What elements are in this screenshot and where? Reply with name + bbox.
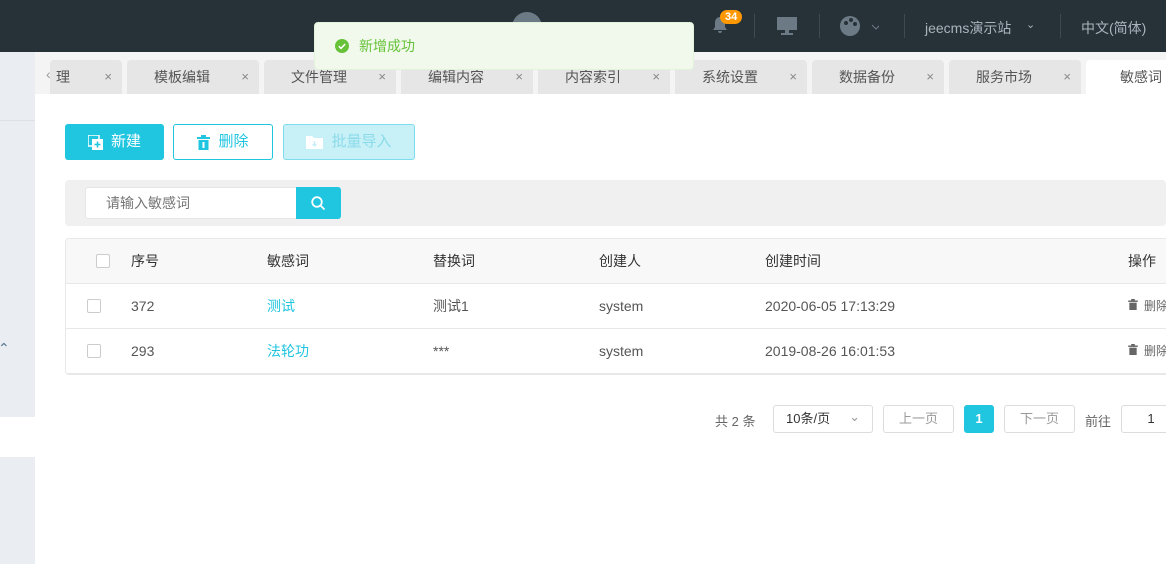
- delete-label: 删除: [218, 133, 249, 150]
- chevron-down-icon: ⌄: [1026, 19, 1036, 31]
- total-count: 共 2 条: [715, 414, 756, 429]
- divider: [819, 14, 820, 38]
- import-label: 批量导入: [331, 133, 392, 150]
- column-header: 创建时间: [765, 253, 821, 269]
- new-label: 新建: [110, 133, 141, 150]
- close-icon[interactable]: ×: [926, 60, 934, 94]
- success-toast: 新增成功: [314, 22, 694, 70]
- tab-label: 服务市场: [976, 69, 1032, 85]
- theme-palette-icon[interactable]: [839, 15, 881, 40]
- sidebar-item-active[interactable]: [0, 417, 35, 457]
- delete-label: 删除: [1144, 299, 1166, 313]
- divider: [0, 120, 35, 121]
- search-button[interactable]: [296, 187, 341, 219]
- divider: [754, 14, 755, 38]
- word-link[interactable]: 法轮功: [267, 329, 309, 373]
- add-copy-icon: [87, 134, 103, 150]
- creator: system: [599, 343, 644, 359]
- row-checkbox[interactable]: [87, 344, 101, 358]
- tab-label: 模板编辑: [154, 69, 210, 85]
- row-delete-button[interactable]: 删除: [1128, 284, 1166, 328]
- table-header: 序号 敏感词 替换词 创建人 创建时间 操作: [66, 239, 1166, 284]
- site-selector[interactable]: jeecms演示站: [925, 18, 1011, 38]
- close-icon[interactable]: ×: [789, 60, 797, 94]
- close-icon[interactable]: ×: [104, 60, 112, 94]
- tab-6[interactable]: 数据备份 ×: [812, 60, 944, 94]
- column-header: 创建人: [599, 253, 641, 269]
- sidebar: [0, 52, 35, 564]
- trash-icon: [197, 134, 211, 150]
- tab-label: 数据备份: [839, 69, 895, 85]
- new-button[interactable]: 新建: [65, 124, 164, 160]
- tab-1[interactable]: 模板编辑 ×: [127, 60, 259, 94]
- delete-button[interactable]: 删除: [173, 124, 273, 160]
- close-icon[interactable]: ×: [241, 60, 249, 94]
- page-1-button[interactable]: 1: [964, 405, 994, 433]
- trash-icon: [1128, 299, 1138, 310]
- close-icon[interactable]: ×: [1063, 60, 1071, 94]
- created-time: 2020-06-05 17:13:29: [765, 298, 895, 314]
- notification-badge: 34: [720, 10, 743, 24]
- row-delete-button[interactable]: 删除: [1128, 329, 1166, 373]
- column-header: 序号: [131, 253, 159, 269]
- search-input[interactable]: [85, 187, 297, 219]
- creator: system: [599, 298, 644, 314]
- page-size-value: 10条/页: [786, 411, 831, 426]
- sensitive-words-table: 序号 敏感词 替换词 创建人 创建时间 操作 372 测试 测试1 system…: [65, 238, 1166, 375]
- word-link[interactable]: 测试: [267, 284, 295, 328]
- chevron-down-icon: ⌄: [849, 409, 860, 424]
- column-header: 敏感词: [267, 253, 309, 269]
- created-time: 2019-08-26 16:01:53: [765, 343, 895, 359]
- column-header: 操作: [1128, 253, 1156, 269]
- page-size-select[interactable]: 10条/页 ⌄: [773, 405, 873, 433]
- tab-0[interactable]: 理 ×: [50, 60, 122, 94]
- trash-icon: [1128, 344, 1138, 355]
- toast-message: 新增成功: [359, 38, 415, 54]
- replacement: ***: [433, 343, 450, 359]
- column-header: 替换词: [433, 253, 475, 269]
- check-circle-icon: [335, 39, 349, 53]
- next-page-button[interactable]: 下一页: [1004, 405, 1075, 433]
- delete-label: 删除: [1144, 344, 1166, 358]
- tab-8[interactable]: 敏感词: [1086, 60, 1166, 94]
- tab-7[interactable]: 服务市场 ×: [949, 60, 1081, 94]
- replacement: 测试1: [433, 298, 469, 314]
- tab-label: 敏感词: [1120, 69, 1162, 85]
- folder-import-icon: [306, 136, 324, 149]
- table-row: 293 法轮功 *** system 2019-08-26 16:01:53 删…: [66, 329, 1166, 374]
- table-row: 372 测试 测试1 system 2020-06-05 17:13:29 删除: [66, 284, 1166, 329]
- divider: [1060, 14, 1061, 38]
- language-selector[interactable]: 中文(简体): [1081, 18, 1146, 38]
- tab-5[interactable]: 系统设置 ×: [675, 60, 807, 94]
- goto-page-input[interactable]: 1: [1121, 405, 1166, 433]
- row-id: 372: [131, 298, 155, 314]
- select-all-checkbox[interactable]: [96, 254, 110, 268]
- row-id: 293: [131, 343, 155, 359]
- batch-import-button[interactable]: 批量导入: [283, 124, 415, 160]
- monitor-icon[interactable]: [777, 17, 797, 38]
- row-checkbox[interactable]: [87, 299, 101, 313]
- divider: [904, 14, 905, 38]
- goto-label: 前往: [1085, 414, 1112, 429]
- tab-label: 理: [56, 69, 70, 85]
- chevron-up-icon[interactable]: ⌃: [0, 340, 10, 357]
- search-icon: [311, 195, 326, 210]
- prev-page-button[interactable]: 上一页: [883, 405, 954, 433]
